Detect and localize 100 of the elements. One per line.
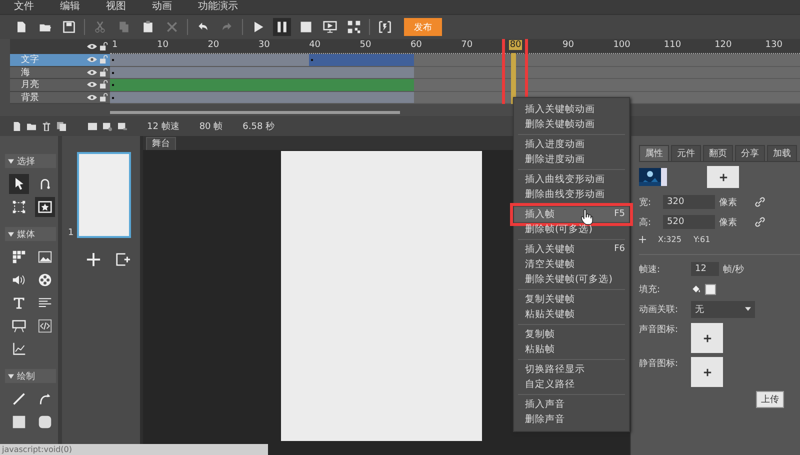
eye-icon[interactable] [87, 43, 97, 50]
lock-icon[interactable] [100, 68, 108, 77]
input-field[interactable]: 320 [663, 195, 715, 209]
menu-item[interactable]: 功能演示 [198, 0, 238, 14]
tool-button[interactable] [9, 174, 29, 194]
panel-tab[interactable]: 分享 [735, 145, 765, 161]
playhead[interactable] [510, 53, 516, 104]
menu-item[interactable]: 切换路径显示 [514, 362, 629, 377]
menu-item[interactable]: 视图 [106, 0, 126, 14]
menu-item[interactable]: 删除曲线变形动画 [514, 187, 629, 202]
frame-number: 100 [613, 40, 630, 50]
menu-item[interactable]: 清空关键帧 [514, 257, 629, 272]
unit-label: 帧/秒 [723, 264, 744, 276]
stage-tab[interactable]: 舞台 [146, 137, 176, 150]
link-icon[interactable] [755, 197, 765, 207]
panel-tab[interactable]: 翻页 [703, 145, 733, 161]
scrollbar[interactable] [110, 111, 400, 114]
add-image-button[interactable] [707, 166, 739, 188]
x-coordinate: X:325 [658, 234, 682, 244]
panel-tab[interactable]: 属性 [639, 145, 669, 161]
remove-frame-icon[interactable] [118, 122, 127, 130]
new-layer-icon[interactable] [12, 122, 21, 130]
menu-item[interactable]: 文件 [14, 0, 34, 14]
timeline-stat: 12 帧速 [147, 120, 180, 132]
folder-icon[interactable] [27, 122, 36, 130]
input-field[interactable]: 520 [663, 215, 715, 229]
dropdown[interactable]: 无 [691, 300, 755, 318]
menu-item[interactable]: 复制帧 [514, 327, 629, 342]
qr-code-icon[interactable] [345, 18, 363, 36]
field-label: 高: [639, 216, 652, 228]
menu-item[interactable]: 插入曲线变形动画 [514, 172, 629, 187]
trash-icon[interactable] [42, 122, 51, 130]
menu-item[interactable]: 删除关键帧(可多选) [514, 272, 629, 287]
field-label: 动画关联: [639, 304, 680, 316]
color-swatch[interactable] [705, 284, 716, 294]
menu-item[interactable]: 粘贴帧 [514, 342, 629, 357]
menu-item[interactable]: 复制关键帧 [514, 292, 629, 307]
pause-icon[interactable] [273, 18, 291, 36]
status-text: javascript:void(0) [0, 444, 268, 455]
eye-icon[interactable] [87, 68, 97, 76]
paint-bucket-icon[interactable] [691, 284, 701, 294]
section-header[interactable]: 媒体 [5, 227, 56, 241]
eye-icon[interactable] [87, 81, 97, 88]
menu-item[interactable]: 编辑 [60, 0, 80, 14]
panel-tab[interactable]: 元件 [671, 145, 701, 161]
menu-item[interactable]: 删除声音 [514, 412, 629, 427]
grid-icon [12, 250, 26, 264]
layer-row[interactable]: 背景 [10, 92, 110, 104]
field-label: 填充: [639, 284, 662, 296]
frame-number: 80 [508, 40, 522, 50]
timeline-stat: 80 帧 [199, 120, 223, 132]
frame-icon[interactable] [88, 122, 97, 130]
frame-number: 120 [714, 40, 732, 50]
upload-button[interactable]: 上传 [756, 390, 784, 408]
add-frame-icon[interactable] [103, 122, 112, 130]
save-icon[interactable] [60, 18, 78, 36]
add-page-icon[interactable] [115, 252, 130, 267]
menu-item[interactable]: 删除帧(可多选) [514, 222, 629, 237]
menu-item[interactable]: 删除进度动画 [514, 152, 629, 167]
copy-icon[interactable] [57, 122, 66, 130]
add-icon[interactable] [86, 252, 101, 267]
field-label: 帧速: [639, 264, 662, 276]
frame-number: 130 [765, 40, 782, 50]
menu-item[interactable]: 自定义路径 [514, 377, 629, 392]
section-header[interactable]: 绘制 [5, 369, 56, 383]
menu-item[interactable]: 粘贴关键帧 [514, 307, 629, 322]
paragraph-icon [38, 296, 52, 310]
frame-number: 20 [208, 40, 220, 50]
field-label: 声音图标: [639, 324, 680, 337]
field-label: 宽: [639, 196, 652, 208]
collapse-triangle-icon [8, 232, 14, 236]
eye-icon[interactable] [87, 94, 97, 101]
eye-icon[interactable] [87, 56, 97, 64]
panel-tab[interactable]: 加载 [767, 145, 797, 161]
collapse-triangle-icon [8, 374, 14, 378]
frame-number: 40 [309, 40, 321, 50]
lock-icon[interactable] [100, 92, 108, 102]
menu-item[interactable]: 插入进度动画 [514, 137, 629, 152]
timeline-stat: 6.58 秒 [242, 120, 275, 132]
page-thumbnail[interactable] [76, 152, 131, 238]
frame-number: 60 [410, 40, 422, 50]
lock-icon[interactable] [100, 80, 108, 90]
menu-item[interactable]: 动画 [152, 0, 172, 14]
layer-row[interactable]: 月亮 [10, 79, 110, 92]
crosshair-icon [639, 236, 646, 242]
tool-button[interactable] [35, 197, 55, 217]
link-icon[interactable] [755, 217, 765, 227]
frame-number: 110 [664, 40, 682, 50]
menu-item[interactable]: 插入关键帧 F6 [514, 242, 629, 257]
input-field[interactable]: 12 [691, 262, 719, 276]
y-coordinate: Y:61 [693, 234, 710, 244]
hand-cursor-icon [581, 209, 593, 225]
rounded-square-icon [38, 415, 52, 429]
export-icon[interactable] [376, 18, 394, 36]
add-icon [702, 334, 712, 342]
menu-item[interactable]: 删除关键帧动画 [514, 117, 629, 132]
menu-item[interactable]: 插入声音 [514, 397, 629, 412]
layer-row[interactable]: 海 [10, 66, 110, 79]
lock-icon[interactable] [100, 42, 108, 51]
section-header[interactable]: 选择 [5, 154, 56, 168]
